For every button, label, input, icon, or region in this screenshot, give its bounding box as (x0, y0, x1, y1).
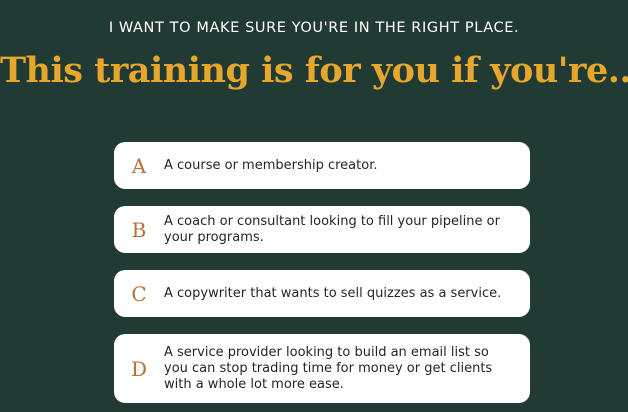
option-b[interactable]: B A coach or consultant looking to fill … (114, 206, 530, 253)
option-letter: A (131, 153, 147, 178)
option-a[interactable]: A A course or membership creator. (114, 142, 530, 189)
option-letter: C (131, 281, 147, 306)
option-text: A coach or consultant looking to fill yo… (164, 213, 500, 245)
option-text: A course or membership creator. (164, 157, 378, 173)
eyebrow-heading: I WANT TO MAKE SURE YOU'RE IN THE RIGHT … (108, 20, 520, 36)
option-text: A service provider looking to build an e… (164, 344, 493, 392)
option-c[interactable]: C A copywriter that wants to sell quizze… (114, 270, 530, 317)
page-title: This training is for you if you're... (0, 50, 628, 91)
option-d[interactable]: D A service provider looking to build an… (114, 334, 530, 403)
option-list: A A course or membership creator. B A co… (114, 142, 530, 403)
training-qualifier-panel: I WANT TO MAKE SURE YOU'RE IN THE RIGHT … (0, 0, 628, 412)
option-text: A copywriter that wants to sell quizzes … (164, 285, 502, 301)
option-letter: B (131, 217, 147, 242)
option-letter: D (130, 356, 148, 381)
